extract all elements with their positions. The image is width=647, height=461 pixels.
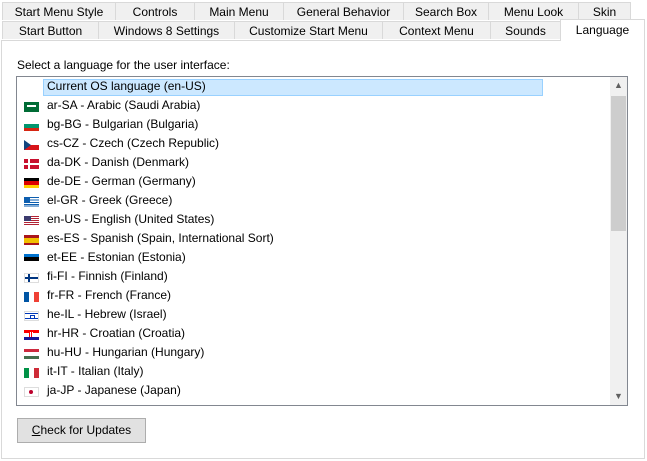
language-list-item[interactable]: ja-JP - Japanese (Japan)	[17, 381, 610, 400]
language-item-label: ar-SA - Arabic (Saudi Arabia)	[47, 98, 201, 112]
language-list-item[interactable]: en-US - English (United States)	[17, 210, 610, 229]
tab-sounds[interactable]: Sounds	[490, 21, 561, 39]
language-item-label: hu-HU - Hungarian (Hungary)	[47, 345, 205, 359]
flag-sa-icon	[24, 102, 39, 112]
tab-start-button[interactable]: Start Button	[2, 21, 99, 39]
language-item-label: bg-BG - Bulgarian (Bulgaria)	[47, 117, 199, 131]
tab-search-box[interactable]: Search Box	[403, 2, 489, 20]
flag-jp-icon	[24, 387, 39, 397]
flag-hu-icon	[24, 349, 39, 359]
language-item-label: he-IL - Hebrew (Israel)	[47, 307, 167, 321]
language-list-item[interactable]: da-DK - Danish (Denmark)	[17, 153, 610, 172]
flag-fi-icon	[24, 273, 39, 283]
tab-start-menu-style[interactable]: Start Menu Style	[2, 2, 116, 20]
tab-menu-look[interactable]: Menu Look	[488, 2, 579, 20]
flag-us-icon	[24, 216, 39, 226]
flag-il-icon	[24, 311, 39, 321]
language-list-item[interactable]: cs-CZ - Czech (Czech Republic)	[17, 134, 610, 153]
flag-es-icon	[24, 235, 39, 245]
scroll-up-arrow-icon[interactable]: ▲	[610, 77, 627, 94]
language-list-item[interactable]: hu-HU - Hungarian (Hungary)	[17, 343, 610, 362]
language-list-item[interactable]: fi-FI - Finnish (Finland)	[17, 267, 610, 286]
tab-controls[interactable]: Controls	[115, 2, 195, 20]
language-item-label: es-ES - Spanish (Spain, International So…	[47, 231, 274, 245]
language-item-label: it-IT - Italian (Italy)	[47, 364, 144, 378]
language-list-rows: Current OS language (en-US) ar-SA - Arabi…	[17, 77, 610, 400]
language-list-item[interactable]: it-IT - Italian (Italy)	[17, 362, 610, 381]
flag-gr-icon	[24, 197, 39, 207]
language-item-label: de-DE - German (Germany)	[47, 174, 196, 188]
flag-de-icon	[24, 178, 39, 188]
button-label-rest: heck for Updates	[40, 423, 132, 437]
flag-ee-icon	[24, 254, 39, 264]
language-item-label: hr-HR - Croatian (Croatia)	[47, 326, 186, 340]
language-item-label: fi-FI - Finnish (Finland)	[47, 269, 168, 283]
language-list-item[interactable]: he-IL - Hebrew (Israel)	[17, 305, 610, 324]
language-list-item[interactable]: hr-HR - Croatian (Croatia)	[17, 324, 610, 343]
language-item-label: fr-FR - French (France)	[47, 288, 172, 302]
language-item-label: en-US - English (United States)	[47, 212, 215, 226]
flag-cz-icon	[24, 140, 39, 150]
scroll-down-arrow-icon[interactable]: ▼	[610, 388, 627, 405]
check-for-updates-button[interactable]: Check for Updates	[17, 418, 146, 443]
language-list-item[interactable]: Current OS language (en-US)	[17, 77, 610, 96]
tab-general-behavior[interactable]: General Behavior	[283, 2, 404, 20]
tab-language[interactable]: Language	[560, 19, 645, 41]
flag-hr-icon	[24, 330, 39, 340]
tab-customize-start-menu[interactable]: Customize Start Menu	[234, 21, 383, 39]
tab-context-menu[interactable]: Context Menu	[382, 21, 491, 39]
language-prompt-label: Select a language for the user interface…	[17, 58, 230, 72]
language-item-label: el-GR - Greek (Greece)	[47, 193, 173, 207]
language-list-scrollbar[interactable]: ▲ ▼	[610, 77, 627, 405]
flag-it-icon	[24, 368, 39, 378]
language-item-label: da-DK - Danish (Denmark)	[47, 155, 190, 169]
tab-main-menu[interactable]: Main Menu	[194, 2, 284, 20]
tab-windows-8-settings[interactable]: Windows 8 Settings	[98, 21, 235, 39]
language-item-label: ja-JP - Japanese (Japan)	[47, 383, 181, 397]
scrollbar-thumb[interactable]	[611, 96, 626, 231]
tab-skin[interactable]: Skin	[578, 2, 631, 20]
language-list-item[interactable]: es-ES - Spanish (Spain, International So…	[17, 229, 610, 248]
language-list-item[interactable]: fr-FR - French (France)	[17, 286, 610, 305]
language-listbox[interactable]: Current OS language (en-US) ar-SA - Arabi…	[16, 76, 628, 406]
language-item-label: et-EE - Estonian (Estonia)	[47, 250, 186, 264]
flag-fr-icon	[24, 292, 39, 302]
language-list-item[interactable]: de-DE - German (Germany)	[17, 172, 610, 191]
flag-dk-icon	[24, 159, 39, 169]
language-list-item[interactable]: ar-SA - Arabic (Saudi Arabia)	[17, 96, 610, 115]
language-item-label: Current OS language (en-US)	[47, 79, 206, 93]
language-list-item[interactable]: el-GR - Greek (Greece)	[17, 191, 610, 210]
flag-bg-icon	[24, 121, 39, 131]
language-list-item[interactable]: et-EE - Estonian (Estonia)	[17, 248, 610, 267]
language-item-label: cs-CZ - Czech (Czech Republic)	[47, 136, 220, 150]
language-list-item[interactable]: bg-BG - Bulgarian (Bulgaria)	[17, 115, 610, 134]
